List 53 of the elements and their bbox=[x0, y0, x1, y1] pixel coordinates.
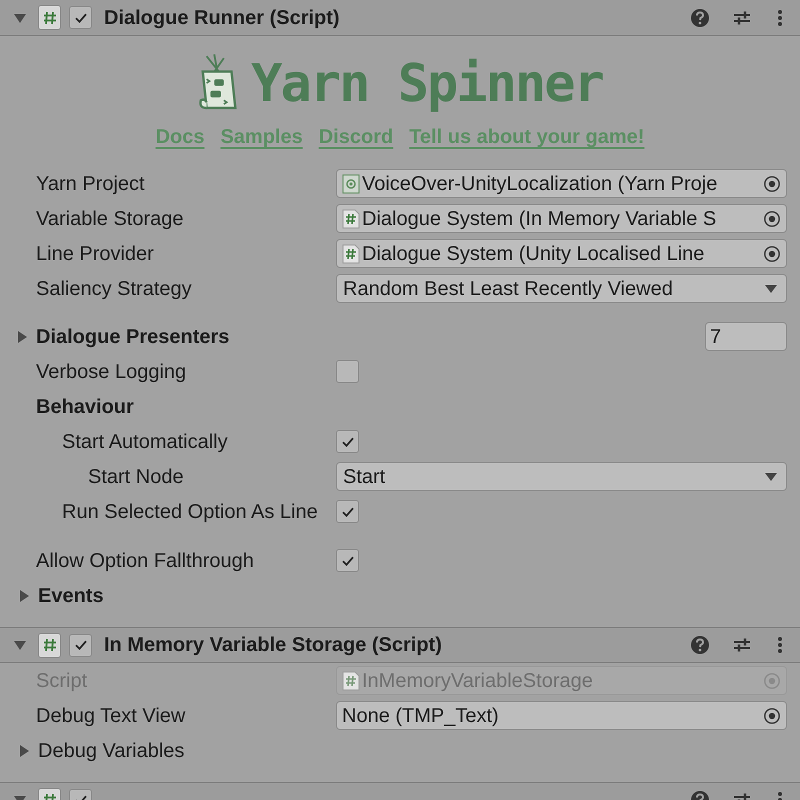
property-label: Start Automatically bbox=[62, 430, 228, 454]
script-icon bbox=[42, 637, 56, 653]
script-icon bbox=[342, 670, 360, 690]
property-label: Behaviour bbox=[36, 394, 134, 420]
property-label: Line Provider bbox=[36, 242, 154, 266]
component-title: Dialogue Runner (Script) bbox=[104, 6, 341, 30]
caret-icon bbox=[764, 284, 778, 294]
object-picker-icon[interactable] bbox=[763, 210, 781, 228]
dropdown[interactable]: Random Best Least Recently Viewed bbox=[336, 274, 787, 303]
checkmark-icon bbox=[74, 12, 86, 22]
object-field[interactable]: VoiceOver-UnityLocalization (Yarn Proje bbox=[336, 169, 787, 198]
component-header[interactable]: Dialogue Runner (Script) bbox=[0, 0, 800, 36]
checkmark-icon bbox=[342, 436, 354, 446]
property-label: Variable Storage bbox=[36, 206, 184, 232]
checkmark-icon bbox=[74, 640, 86, 650]
checkbox[interactable] bbox=[69, 634, 92, 656]
property-label: Yarn Project bbox=[36, 172, 145, 196]
script-icon bbox=[342, 244, 360, 264]
more-menu-icon[interactable] bbox=[776, 8, 784, 28]
component-header[interactable]: In Memory Variable Storage (Script) bbox=[0, 627, 800, 663]
dropdown[interactable]: Start bbox=[336, 462, 787, 491]
logo-wordmark: Yarn Spinner bbox=[251, 58, 603, 110]
object-field[interactable]: Dialogue System (Unity Localised Line bbox=[336, 239, 787, 268]
script-icon bbox=[42, 10, 56, 26]
property-label: Saliency Strategy bbox=[36, 276, 192, 302]
foldout-label[interactable]: Events bbox=[38, 580, 104, 610]
checkbox[interactable] bbox=[336, 360, 359, 383]
script-icon bbox=[342, 208, 360, 228]
checkbox[interactable] bbox=[69, 6, 92, 29]
array-size-field[interactable]: 7 bbox=[705, 322, 787, 351]
array-label[interactable]: Dialogue Presenters bbox=[36, 322, 230, 352]
caret-icon bbox=[764, 472, 778, 482]
help-icon[interactable] bbox=[690, 635, 710, 655]
object-field[interactable]: None (TMP_Text) bbox=[336, 701, 787, 730]
object-picker-icon[interactable] bbox=[763, 174, 781, 192]
help-icon[interactable] bbox=[690, 8, 710, 28]
property-label: Debug Text View bbox=[36, 704, 186, 728]
property-label: Run Selected Option As Line bbox=[62, 500, 318, 524]
checkmark-icon bbox=[342, 556, 354, 566]
component-title: In Memory Variable Storage (Script) bbox=[104, 633, 443, 658]
checkbox[interactable] bbox=[336, 500, 359, 523]
checkbox[interactable] bbox=[336, 430, 359, 453]
property-label: Start Node bbox=[88, 464, 184, 490]
object-field[interactable]: Dialogue System (In Memory Variable S bbox=[336, 204, 787, 233]
object-picker-icon[interactable] bbox=[763, 706, 781, 724]
yarn-asset-icon bbox=[342, 174, 360, 194]
foldout-label[interactable]: Debug Variables bbox=[38, 736, 184, 766]
checkbox[interactable] bbox=[336, 549, 359, 572]
property-label: Verbose Logging bbox=[36, 360, 186, 384]
checkmark-icon bbox=[342, 506, 354, 516]
object-picker-icon[interactable] bbox=[763, 244, 781, 262]
property-label: Allow Option Fallthrough bbox=[36, 548, 254, 574]
more-menu-icon[interactable] bbox=[776, 635, 784, 655]
